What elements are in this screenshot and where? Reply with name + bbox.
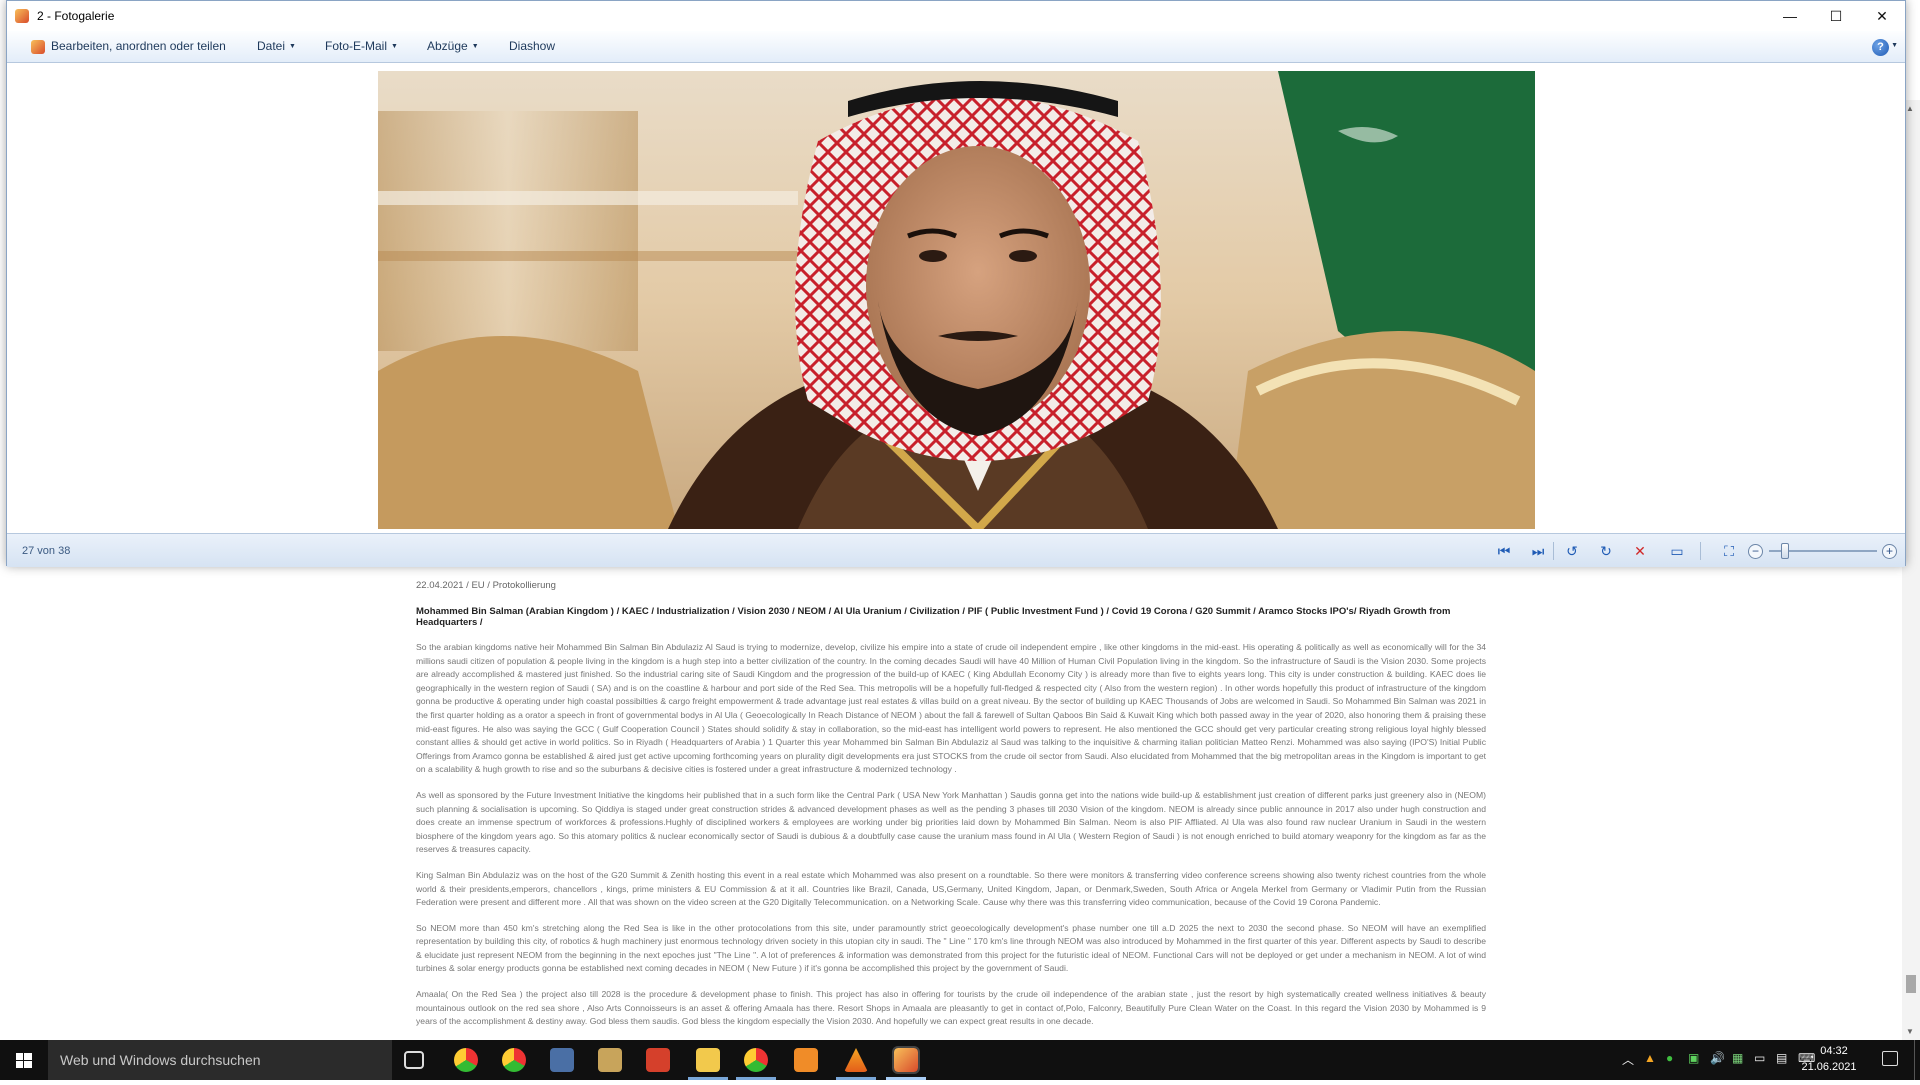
- maximize-button[interactable]: ☐: [1813, 1, 1859, 31]
- rotate-left-icon[interactable]: ↺: [1562, 542, 1582, 560]
- displayed-photo: [378, 71, 1535, 529]
- photo-gallery-taskbar-icon[interactable]: [892, 1046, 920, 1074]
- menu-edit-organize-share[interactable]: Bearbeiten, anordnen oder teilen: [51, 39, 226, 53]
- slideshow-icon[interactable]: ▭: [1667, 542, 1687, 560]
- article-paragraph: So NEOM more than 450 km's stretching al…: [416, 922, 1486, 974]
- portrait-image: [378, 71, 1535, 529]
- network-tray-icon[interactable]: ▣: [1688, 1051, 1699, 1065]
- task-view-icon[interactable]: [404, 1051, 424, 1069]
- adobe-reader-icon[interactable]: [646, 1048, 670, 1072]
- show-desktop-button[interactable]: [1914, 1040, 1920, 1080]
- menu-edit-label: Bearbeiten, anordnen oder teilen: [51, 39, 226, 53]
- menu-email-label: Foto-E-Mail: [325, 39, 388, 53]
- menu-slideshow[interactable]: Diashow: [509, 39, 555, 53]
- battery-icon[interactable]: ▭: [1754, 1051, 1765, 1065]
- chrome-icon[interactable]: [454, 1048, 478, 1072]
- delete-icon[interactable]: ✕: [1630, 542, 1650, 560]
- taskbar-search-box[interactable]: Web und Windows durchsuchen: [48, 1040, 392, 1080]
- file-explorer-icon[interactable]: [696, 1048, 720, 1072]
- photo-gallery-app-icon: [15, 9, 29, 23]
- security-tray-icon[interactable]: ●: [1666, 1051, 1673, 1065]
- scroll-down-icon[interactable]: ▼: [1906, 1027, 1914, 1036]
- article-paragraph: As well as sponsored by the Future Inves…: [416, 789, 1486, 855]
- search-placeholder: Web und Windows durchsuchen: [60, 1052, 261, 1068]
- app-icon[interactable]: [794, 1048, 818, 1072]
- chrome-alt-icon[interactable]: [502, 1048, 526, 1072]
- help-icon[interactable]: ?: [1872, 39, 1889, 56]
- article-paragraph: Amaala( On the Red Sea ) the project als…: [416, 989, 1486, 1027]
- nvidia-tray-icon[interactable]: ▦: [1732, 1051, 1743, 1065]
- screenshot-tool-icon[interactable]: [550, 1048, 574, 1072]
- menu-prints-label: Abzüge: [427, 39, 468, 53]
- scrollbar-thumb[interactable]: [1906, 975, 1916, 993]
- chevron-down-icon: ▼: [471, 43, 479, 50]
- edit-organize-icon: [31, 40, 45, 54]
- article: 22.04.2021 / EU / Protokollierung Mohamm…: [416, 580, 1486, 1041]
- close-button[interactable]: ✕: [1859, 1, 1905, 31]
- chevron-down-icon: ▼: [391, 43, 398, 50]
- zoom-in-icon[interactable]: +: [1882, 544, 1897, 559]
- menu-photo-email[interactable]: Foto-E-Mail ▼: [325, 39, 398, 53]
- photo-viewer-app-icon[interactable]: [598, 1048, 622, 1072]
- actual-size-icon[interactable]: ⛶: [1719, 542, 1739, 560]
- previous-photo-icon[interactable]: ⏮: [1494, 542, 1514, 560]
- article-paragraph: King Salman Bin Abdulaziz was on the hos…: [416, 869, 1486, 908]
- menu-prints[interactable]: Abzüge ▼: [427, 39, 479, 53]
- zoom-out-icon[interactable]: −: [1748, 544, 1763, 559]
- chevron-down-icon: ▼: [289, 43, 296, 50]
- rotate-right-icon[interactable]: ↻: [1596, 542, 1616, 560]
- vlc-tray-icon[interactable]: ▲: [1644, 1051, 1656, 1065]
- zoom-slider-handle[interactable]: [1781, 543, 1790, 559]
- status-bar: 27 von 38 ⏮ ⏭ ↺ ↻ ✕ ▭ ⛶ − +: [7, 533, 1905, 567]
- menu-bar: Bearbeiten, anordnen oder teilen Datei ▼ …: [7, 31, 1905, 63]
- message-icon[interactable]: ▤: [1776, 1051, 1787, 1065]
- scroll-up-icon[interactable]: ▲: [1906, 104, 1914, 113]
- article-meta: 22.04.2021 / EU / Protokollierung: [416, 580, 556, 591]
- menu-file[interactable]: Datei ▼: [257, 39, 296, 53]
- clock-date[interactable]: 21.06.2021: [1794, 1061, 1864, 1073]
- article-paragraph: So the arabian kingdoms native heir Moha…: [416, 642, 1486, 775]
- menu-file-label: Datei: [257, 39, 286, 53]
- toolbar-divider: [1553, 542, 1554, 560]
- next-photo-icon[interactable]: ⏭: [1528, 542, 1548, 560]
- menu-slideshow-label: Diashow: [509, 39, 556, 53]
- minimize-button[interactable]: —: [1767, 1, 1813, 31]
- clock-time[interactable]: 04:32: [1804, 1045, 1864, 1057]
- chevron-down-icon[interactable]: ▼: [1891, 42, 1898, 49]
- window-title: 2 - Fotogalerie: [37, 9, 115, 23]
- photo-viewer: [7, 63, 1905, 533]
- article-heading: Mohammed Bin Salman (Arabian Kingdom ) /…: [416, 606, 1451, 628]
- photo-counter: 27 von 38: [22, 545, 71, 557]
- vlc-icon[interactable]: [844, 1048, 868, 1072]
- taskbar: Web und Windows durchsuchen ︿ ▲ ● ▣ 🔊 ▦ …: [0, 1040, 1920, 1080]
- photo-gallery-window: 2 - Fotogalerie — ☐ ✕ Bearbeiten, anordn…: [6, 0, 1906, 567]
- volume-icon[interactable]: 🔊: [1710, 1051, 1725, 1065]
- chrome-profile-icon[interactable]: [744, 1048, 768, 1072]
- windows-start-icon[interactable]: [0, 1040, 48, 1080]
- notification-center-icon[interactable]: [1882, 1051, 1898, 1066]
- chevron-up-icon[interactable]: ︿: [1622, 1051, 1634, 1068]
- toolbar-divider: [1700, 542, 1701, 560]
- system-tray: ︿ ▲ ● ▣ 🔊 ▦ ▭ ▤ ⌨ 04:32 21.06.2021: [1600, 1040, 1920, 1080]
- title-bar[interactable]: 2 - Fotogalerie — ☐ ✕: [7, 1, 1905, 31]
